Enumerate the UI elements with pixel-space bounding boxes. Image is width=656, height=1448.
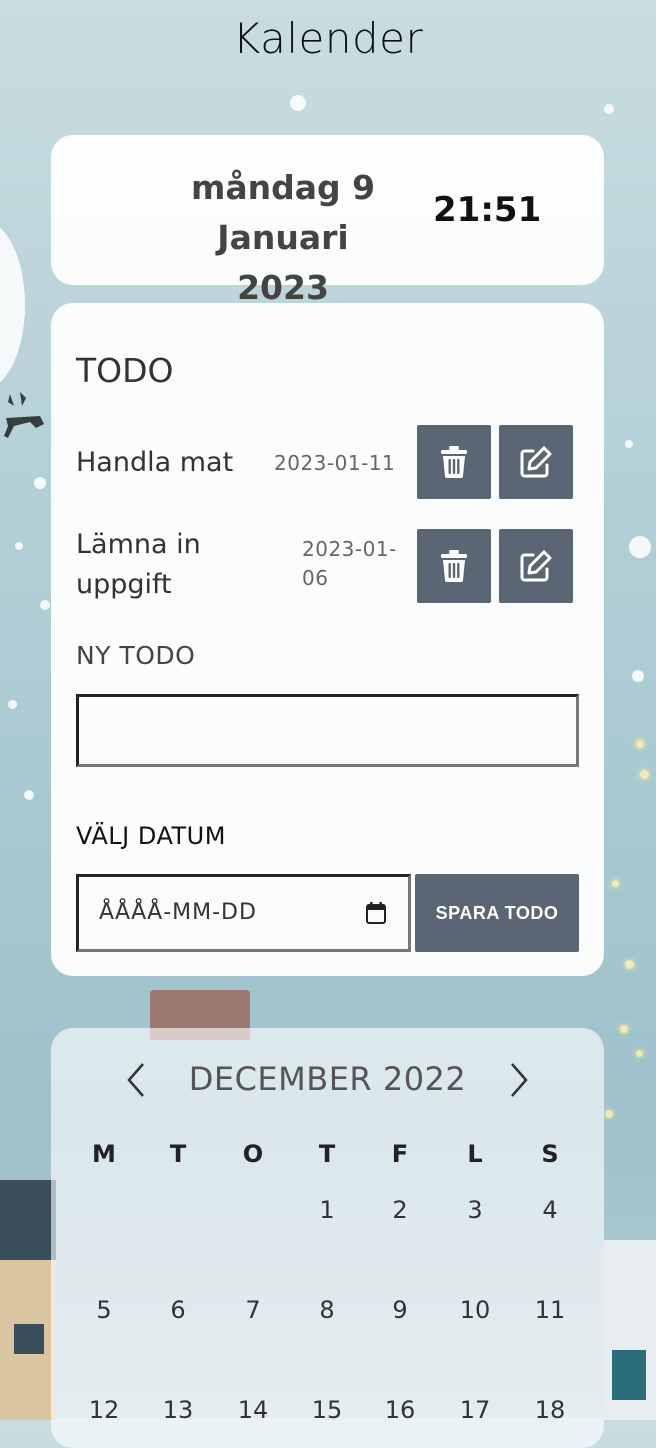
new-todo-label: NY TODO (76, 641, 196, 670)
calendar-day[interactable]: 7 (233, 1296, 273, 1324)
calendar-day[interactable]: 3 (455, 1196, 495, 1224)
date-time-card: måndag 9 Januari 2023 21:51 (51, 135, 604, 307)
next-month-button[interactable] (504, 1060, 534, 1100)
weekday-label: L (467, 1140, 483, 1168)
app-title: Kalender (232, 14, 424, 63)
edit-icon (520, 446, 552, 478)
todo-item: Handla mat 2023-01-11 (76, 425, 576, 505)
calendar-day[interactable]: 1 (307, 1196, 347, 1224)
new-todo-input[interactable] (76, 694, 579, 767)
todo-date: 2023-01- 06 (302, 537, 397, 590)
calendar-icon[interactable] (366, 902, 386, 928)
todo-card: TODO Handla mat 2023-01-11 Lämna in uppg… (51, 303, 604, 976)
trash-icon (441, 446, 467, 478)
weekday-label: T (318, 1140, 336, 1168)
weekday-label: T (169, 1140, 187, 1168)
todo-item: Lämna in uppgift 2023-01- 06 (76, 529, 576, 609)
calendar-day[interactable]: 18 (530, 1396, 570, 1424)
weekday-label: S (541, 1140, 559, 1168)
todo-text: Lämna in uppgift (76, 529, 201, 600)
calendar-day[interactable]: 11 (530, 1296, 570, 1324)
calendar-day[interactable]: 17 (455, 1396, 495, 1424)
todo-date: 2023-01-11 (274, 451, 396, 475)
weekday-day: måndag 9 (190, 168, 376, 207)
calendar-day[interactable]: 5 (84, 1296, 124, 1324)
edit-button[interactable] (499, 529, 573, 603)
current-time: 21:51 (433, 190, 542, 230)
edit-icon (520, 550, 552, 582)
edit-button[interactable] (499, 425, 573, 499)
weekday-label: O (242, 1140, 264, 1168)
weekday-label: F (391, 1140, 409, 1168)
calendar-day[interactable]: 12 (84, 1396, 124, 1424)
date-input[interactable]: ÅÅÅÅ-MM-DD (76, 874, 411, 952)
calendar-day[interactable]: 9 (380, 1296, 420, 1324)
trash-icon (441, 550, 467, 582)
calendar-card: DECEMBER 2022 M T O T F L S 1 2 3 4 5 6 … (51, 1028, 604, 1448)
delete-button[interactable] (417, 425, 491, 499)
delete-button[interactable] (417, 529, 491, 603)
calendar-day[interactable]: 8 (307, 1296, 347, 1324)
calendar-day[interactable]: 14 (233, 1396, 273, 1424)
calendar-day[interactable]: 4 (530, 1196, 570, 1224)
calendar-day[interactable]: 15 (307, 1396, 347, 1424)
save-todo-button[interactable]: SPARA TODO (415, 874, 579, 952)
calendar-day[interactable]: 6 (158, 1296, 198, 1324)
calendar-day[interactable]: 13 (158, 1396, 198, 1424)
todo-heading: TODO (76, 351, 174, 390)
calendar-day[interactable]: 10 (455, 1296, 495, 1324)
date-placeholder: ÅÅÅÅ-MM-DD (99, 900, 257, 925)
calendar-day[interactable]: 16 (380, 1396, 420, 1424)
date-label: VÄLJ DATUM (76, 822, 226, 850)
calendar-day[interactable]: 2 (380, 1196, 420, 1224)
weekday-label: M (92, 1140, 116, 1168)
chevron-right-icon (511, 1063, 528, 1097)
todo-text: Handla mat (76, 447, 234, 478)
month-year: Januari 2023 (217, 218, 349, 307)
current-date: måndag 9 Januari 2023 (171, 163, 395, 313)
